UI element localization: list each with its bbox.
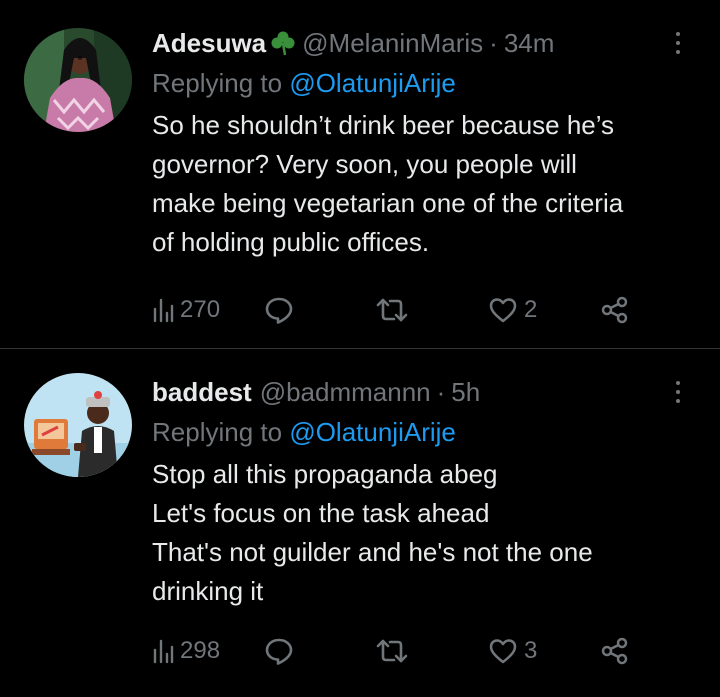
display-name[interactable]: baddest bbox=[152, 373, 252, 411]
tweet-text-line: So he shouldn’t drink beer because he’s bbox=[152, 110, 615, 140]
share-icon bbox=[600, 295, 630, 325]
tweet-text-line: Stop all this propaganda abeg bbox=[152, 459, 498, 489]
views-button[interactable]: 298 bbox=[152, 637, 264, 665]
replying-prefix: Replying to bbox=[152, 417, 290, 447]
tweet-actions: 270 2 bbox=[152, 290, 642, 330]
like-button[interactable]: 3 bbox=[488, 637, 600, 665]
tweet-actions: 298 3 bbox=[152, 631, 642, 671]
views-icon bbox=[152, 297, 174, 323]
replying-prefix: Replying to bbox=[152, 68, 290, 98]
share-button[interactable] bbox=[600, 636, 630, 666]
separator: · bbox=[489, 28, 498, 58]
retweet-button[interactable] bbox=[376, 637, 488, 665]
tweet-text-line: of holding public offices. bbox=[152, 227, 430, 257]
tweet-text-line: governor? Very soon, you people will bbox=[152, 149, 577, 179]
like-count: 3 bbox=[524, 637, 538, 664]
separator: · bbox=[436, 377, 446, 407]
mention-link[interactable]: @OlatunjiArije bbox=[289, 68, 456, 98]
like-count: 2 bbox=[524, 296, 538, 323]
more-options-icon[interactable] bbox=[666, 375, 690, 409]
replying-to: Replying to @OlatunjiArije bbox=[152, 64, 690, 102]
views-icon bbox=[152, 638, 174, 664]
user-handle[interactable]: @badmmannn bbox=[260, 373, 431, 411]
heart-icon bbox=[488, 637, 518, 665]
retweet-icon bbox=[376, 296, 408, 324]
reply-icon bbox=[264, 295, 294, 325]
avatar[interactable] bbox=[24, 28, 132, 132]
views-button[interactable]: 270 bbox=[152, 296, 264, 324]
tweet-text: Stop all this propaganda abeg Let's focu… bbox=[152, 455, 690, 611]
mention-link[interactable]: @OlatunjiArije bbox=[289, 417, 456, 447]
shamrock-icon bbox=[270, 30, 296, 56]
views-count: 270 bbox=[180, 296, 221, 323]
tweet-text-line: make being vegetarian one of the criteri… bbox=[152, 188, 624, 218]
tweet-text-line: drinking it bbox=[152, 576, 264, 606]
timestamp[interactable]: 5h bbox=[451, 373, 480, 411]
reply-button[interactable] bbox=[264, 295, 376, 325]
heart-icon bbox=[488, 296, 518, 324]
timestamp[interactable]: 34m bbox=[504, 24, 555, 62]
retweet-button[interactable] bbox=[376, 296, 488, 324]
share-icon bbox=[600, 636, 630, 666]
tweet-text-line: That's not guilder and he's not the one bbox=[152, 537, 593, 567]
reply-icon bbox=[264, 636, 294, 666]
user-handle[interactable]: @MelaninMaris bbox=[302, 24, 483, 62]
share-button[interactable] bbox=[600, 295, 630, 325]
reply-button[interactable] bbox=[264, 636, 376, 666]
tweet-text: So he shouldn’t drink beer because he’s … bbox=[152, 106, 690, 262]
retweet-icon bbox=[376, 637, 408, 665]
tweet-text-line: Let's focus on the task ahead bbox=[152, 498, 490, 528]
avatar[interactable] bbox=[24, 373, 132, 477]
like-button[interactable]: 2 bbox=[488, 296, 600, 324]
replying-to: Replying to @OlatunjiArije bbox=[152, 413, 690, 451]
tweet[interactable]: Adesuwa @MelaninMaris · 34m Replying to … bbox=[0, 0, 720, 348]
tweet[interactable]: baddest @badmmannn · 5h Replying to @Ola… bbox=[0, 348, 720, 696]
more-options-icon[interactable] bbox=[666, 26, 690, 60]
display-name[interactable]: Adesuwa bbox=[152, 24, 266, 62]
views-count: 298 bbox=[180, 637, 221, 664]
